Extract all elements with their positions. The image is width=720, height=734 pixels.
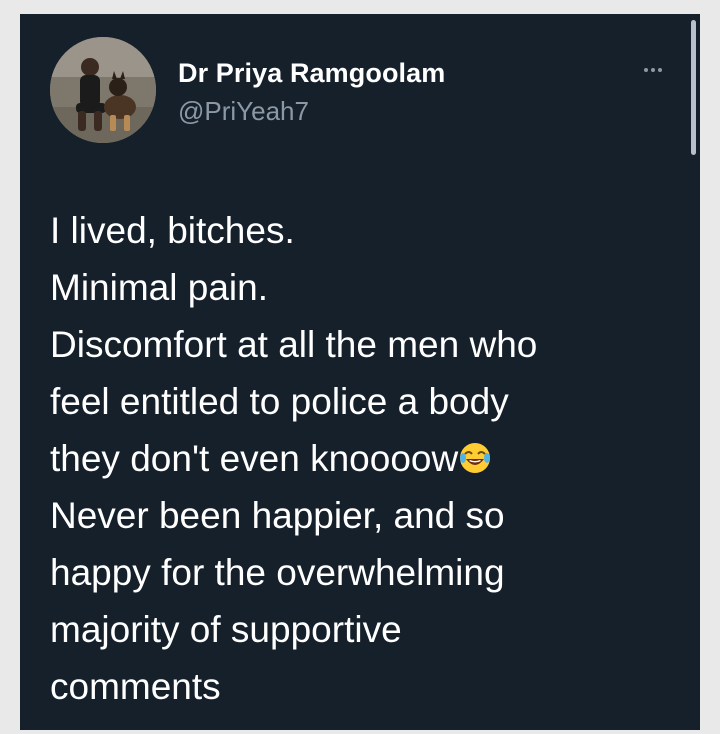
author-display-name[interactable]: Dr Priya Ramgoolam: [178, 58, 445, 89]
tweet-line: happy for the overwhelming: [50, 552, 505, 593]
tweet-card[interactable]: Dr Priya Ramgoolam @PriYeah7 I lived, bi…: [20, 14, 700, 730]
face-with-tears-of-joy-icon: [458, 441, 492, 475]
tweet-line: Discomfort at all the men who: [50, 324, 538, 365]
tweet-line: comments: [50, 666, 221, 707]
screenshot-page: Dr Priya Ramgoolam @PriYeah7 I lived, bi…: [0, 0, 720, 734]
more-options-button[interactable]: [638, 60, 668, 80]
avatar-photo: [50, 37, 156, 143]
tweet-text: I lived, bitches. Minimal pain. Discomfo…: [50, 202, 670, 715]
tweet-line: Never been happier, and so: [50, 495, 505, 536]
author-handle[interactable]: @PriYeah7: [178, 96, 309, 127]
tweet-line-text: they don't even knoooow: [50, 438, 459, 479]
avatar[interactable]: [50, 37, 156, 143]
tweet-line-with-emoji: they don't even knoooow: [50, 430, 670, 487]
tweet-line: feel entitled to police a body: [50, 381, 509, 422]
scrollbar-thumb[interactable]: [691, 20, 696, 155]
more-horizontal-icon: [651, 68, 655, 72]
tweet-line: I lived, bitches.: [50, 210, 295, 251]
tweet-line: Minimal pain.: [50, 267, 268, 308]
tweet-line: majority of supportive: [50, 609, 402, 650]
more-horizontal-icon: [644, 68, 648, 72]
more-horizontal-icon: [658, 68, 662, 72]
scrollbar[interactable]: [688, 14, 700, 730]
